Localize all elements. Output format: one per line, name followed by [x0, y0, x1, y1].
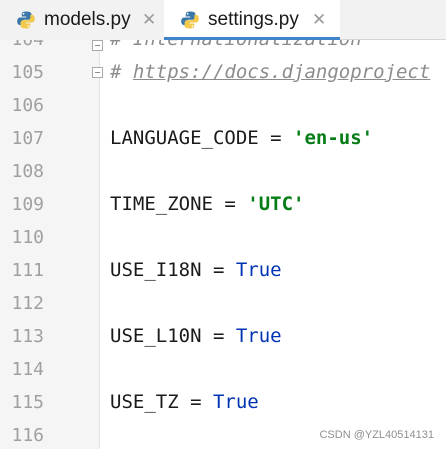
- python-file-icon: [17, 11, 35, 29]
- code-text: LANGUAGE_CODE = 'en-us': [110, 122, 373, 155]
- line-number: 112: [11, 293, 44, 314]
- tab-settings-py[interactable]: settings.py ✕: [164, 0, 340, 40]
- line-number: 109: [11, 194, 44, 215]
- line-number: 110: [11, 227, 44, 248]
- keyword-literal: True: [212, 391, 259, 413]
- code-editor[interactable]: 104 # Internationalization 105 # https:/…: [0, 40, 446, 449]
- code-text: USE_L10N = True: [110, 320, 282, 353]
- close-tab-icon[interactable]: ✕: [312, 10, 326, 30]
- code-line: 115 USE_TZ = True: [0, 386, 446, 419]
- code-line: 104 # Internationalization: [0, 40, 446, 56]
- comment-text: # Internationalization: [110, 40, 362, 56]
- fold-marker-icon[interactable]: [92, 67, 103, 78]
- comment-text: # https://docs.djangoproject: [110, 56, 430, 89]
- line-number: 116: [11, 425, 44, 446]
- operator: =: [212, 193, 248, 215]
- line-number: 107: [11, 128, 44, 149]
- variable-name: LANGUAGE_CODE: [110, 127, 259, 149]
- editor-tab-bar: models.py ✕ settings.py ✕: [0, 0, 446, 40]
- code-line: 109 TIME_ZONE = 'UTC': [0, 188, 446, 221]
- tab-label: settings.py: [208, 9, 299, 30]
- variable-name: USE_L10N: [110, 325, 202, 347]
- operator: =: [201, 259, 236, 281]
- variable-name: TIME_ZONE: [110, 193, 213, 215]
- code-text: USE_TZ = True: [110, 386, 259, 419]
- close-tab-icon[interactable]: ✕: [142, 10, 156, 30]
- code-line: 110: [0, 221, 446, 254]
- code-line: 114: [0, 353, 446, 386]
- variable-name: USE_I18N: [110, 259, 202, 281]
- code-line: 112: [0, 287, 446, 320]
- keyword-literal: True: [235, 259, 282, 281]
- tab-models-py[interactable]: models.py ✕: [0, 0, 164, 40]
- line-number: 114: [11, 359, 44, 380]
- comment-link[interactable]: https://docs.djangoproject: [133, 61, 430, 83]
- line-number: 113: [11, 326, 44, 347]
- operator: =: [201, 325, 236, 347]
- fold-marker-icon[interactable]: [92, 40, 103, 51]
- string-literal: 'UTC': [247, 193, 305, 215]
- line-number: 111: [11, 260, 44, 281]
- line-number: 104: [6, 40, 44, 56]
- watermark: CSDN @YZL40514131: [319, 429, 434, 441]
- string-literal: 'en-us': [293, 127, 374, 149]
- code-line: 107 LANGUAGE_CODE = 'en-us': [0, 122, 446, 155]
- line-number: 106: [11, 95, 44, 116]
- code-line: 106: [0, 89, 446, 122]
- code-line: 111 USE_I18N = True: [0, 254, 446, 287]
- comment-hash: #: [110, 61, 133, 83]
- operator: =: [178, 391, 213, 413]
- code-text: TIME_ZONE = 'UTC': [110, 188, 304, 221]
- line-number: 105: [11, 62, 44, 83]
- code-line: 113 USE_L10N = True: [0, 320, 446, 353]
- operator: =: [258, 127, 294, 149]
- python-file-icon: [181, 11, 199, 29]
- code-text: USE_I18N = True: [110, 254, 282, 287]
- code-line: 105 # https://docs.djangoproject: [0, 56, 446, 89]
- line-number: 108: [11, 161, 44, 182]
- tab-label: models.py: [44, 9, 131, 30]
- line-number: 115: [11, 392, 44, 413]
- keyword-literal: True: [235, 325, 282, 347]
- code-line: 108: [0, 155, 446, 188]
- variable-name: USE_TZ: [110, 391, 179, 413]
